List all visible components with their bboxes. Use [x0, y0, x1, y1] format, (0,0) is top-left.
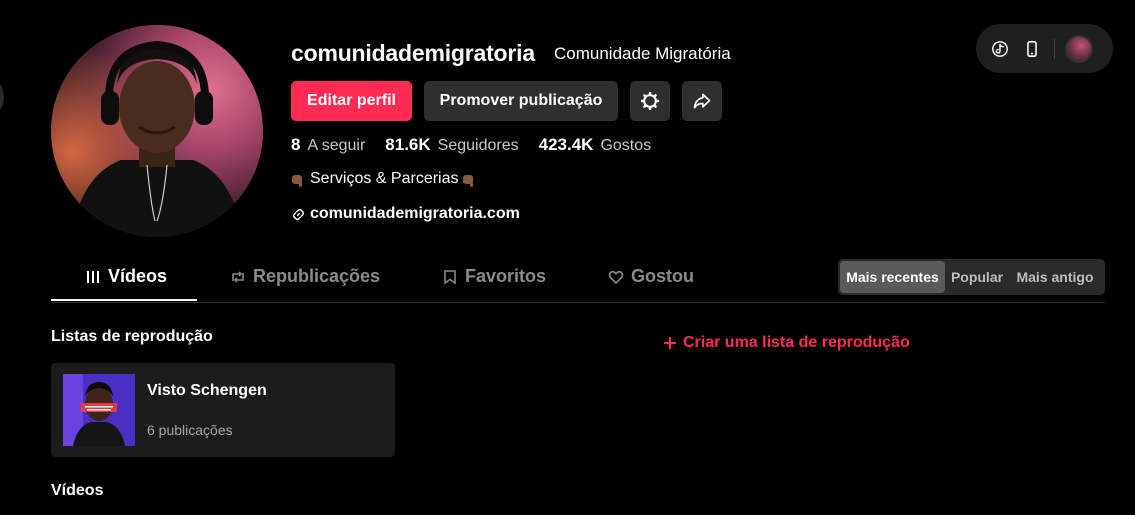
playlist-thumbnail: [63, 374, 135, 446]
stat-value: 81.6K: [385, 135, 431, 154]
top-right-toolbar: [976, 24, 1113, 73]
avatar-image: [51, 25, 263, 237]
playlists-heading: Listas de reprodução: [51, 328, 213, 345]
tab-label: Vídeos: [108, 266, 168, 286]
tiktok-icon: [992, 40, 1008, 57]
mobile-app-button[interactable]: [1022, 39, 1042, 59]
profile-link-text: comunidademigratoria.com: [310, 205, 520, 222]
bookmark-icon: [444, 270, 456, 285]
heart-icon: [608, 270, 624, 285]
tab-videos[interactable]: Vídeos: [85, 266, 167, 303]
tab-label: Favoritos: [465, 266, 547, 286]
sort-option-recent[interactable]: Mais recentes: [840, 261, 945, 293]
pointing-finger-icon: [291, 172, 307, 187]
playlist-count: 6 publicações: [147, 422, 233, 438]
share-icon: [693, 93, 711, 109]
tab-liked[interactable]: Gostou: [608, 266, 694, 303]
profile-bio: Serviços & Parcerias: [291, 170, 478, 188]
profile-link[interactable]: comunidademigratoria.com: [292, 205, 520, 223]
pointing-finger-icon: [462, 172, 478, 187]
sort-toggle: Mais recentes Popular Mais antigo: [838, 259, 1105, 295]
stat-followers[interactable]: 81.6K Seguidores: [385, 135, 518, 155]
stat-label: Seguidores: [437, 137, 519, 154]
bio-text: Serviços & Parcerias: [310, 170, 459, 187]
stat-label: Gostos: [600, 137, 652, 154]
playlist-card[interactable]: Visto Schengen 6 publicações: [51, 363, 395, 457]
share-profile-button[interactable]: [682, 81, 722, 121]
collapsed-nav-button[interactable]: [0, 82, 4, 112]
playlist-name: Visto Schengen: [147, 382, 267, 399]
stat-value: 8: [291, 135, 301, 154]
stat-label: A seguir: [307, 137, 366, 154]
grid-icon: [87, 271, 99, 283]
promote-post-button[interactable]: Promover publicação: [424, 81, 618, 121]
settings-button[interactable]: [630, 81, 670, 121]
profile-username: comunidademigratoria: [291, 40, 535, 66]
tab-label: Republicações: [253, 266, 381, 286]
sort-option-oldest[interactable]: Mais antigo: [1009, 261, 1101, 293]
stat-value: 423.4K: [538, 135, 594, 154]
profile-avatar[interactable]: [51, 25, 263, 237]
sort-option-popular[interactable]: Popular: [945, 261, 1009, 293]
account-avatar[interactable]: [1065, 34, 1093, 63]
create-playlist-label: Criar uma lista de reprodução: [683, 334, 910, 351]
stat-following[interactable]: 8 A seguir: [291, 135, 365, 155]
tab-reposts[interactable]: Republicações: [230, 266, 380, 303]
playlist-thumbnail-image: [63, 374, 135, 446]
toolbar-divider: [1054, 38, 1055, 59]
active-tab-indicator: [51, 299, 197, 301]
profile-stats: 8 A seguir 81.6K Seguidores 423.4K Gosto…: [291, 135, 671, 155]
create-playlist-button[interactable]: Criar uma lista de reprodução: [663, 334, 910, 352]
profile-display-name: Comunidade Migratória: [554, 44, 731, 63]
stat-likes: 423.4K Gostos: [539, 135, 652, 155]
link-icon: [292, 208, 305, 220]
plus-icon: [664, 337, 676, 349]
phone-icon: [1027, 40, 1037, 57]
tiktok-studio-button[interactable]: [990, 39, 1010, 59]
gear-icon: [640, 91, 660, 111]
repost-icon: [232, 271, 244, 283]
edit-profile-button[interactable]: Editar perfil: [291, 81, 412, 121]
tab-favorites[interactable]: Favoritos: [442, 266, 546, 303]
videos-heading: Vídeos: [51, 482, 104, 499]
tab-label: Gostou: [631, 266, 694, 286]
